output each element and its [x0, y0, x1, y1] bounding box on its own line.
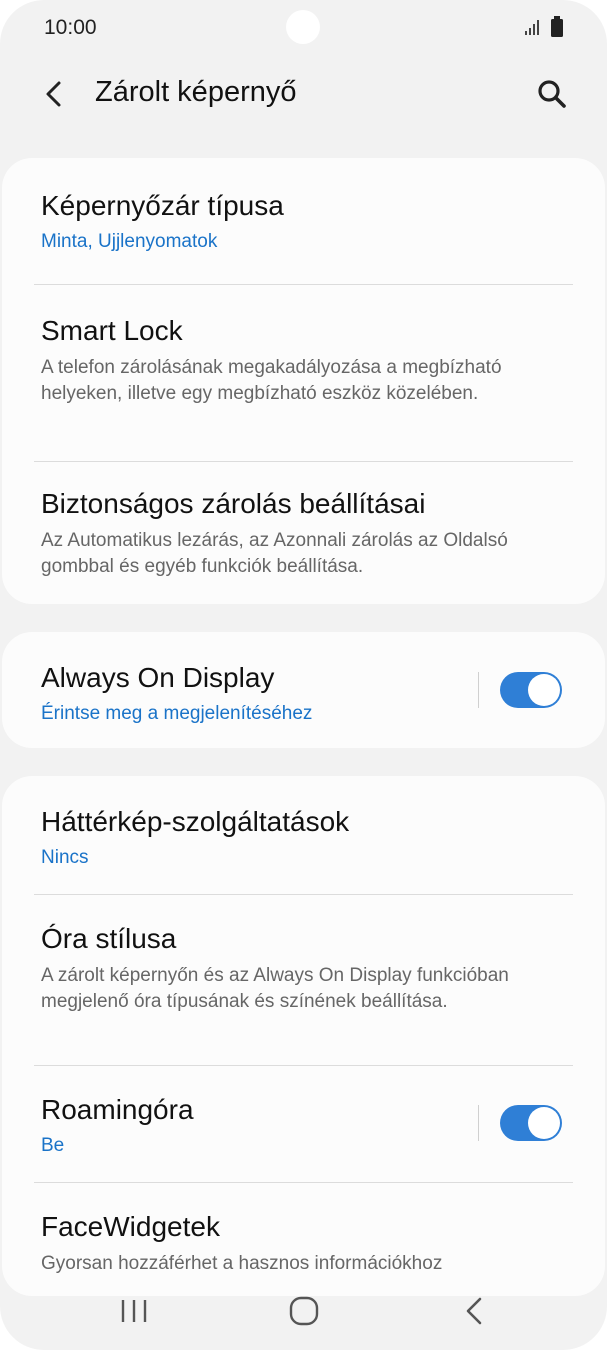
roaming-clock-toggle[interactable] [500, 1105, 562, 1141]
item-subtitle: Érintse meg a megjelenítéséhez [41, 703, 313, 724]
toggle-knob [528, 1107, 560, 1139]
toggle-knob [528, 674, 560, 706]
camera-cutout [286, 10, 320, 44]
search-icon[interactable] [532, 74, 572, 114]
item-value: Minta, Ujjlenyomatok [41, 231, 218, 252]
roaming-clock-item[interactable]: Roamingóra Be [2, 1066, 605, 1182]
status-time: 10:00 [44, 16, 97, 39]
status-bar: 10:00 [0, 0, 607, 56]
signal-icon [525, 20, 539, 35]
secure-lock-settings-item[interactable]: Biztonságos zárolás beállításai Az Autom… [2, 462, 605, 604]
item-title: Always On Display [41, 662, 275, 693]
toggle-separator [478, 672, 479, 708]
item-title: FaceWidgetek [41, 1211, 220, 1242]
always-on-display-item[interactable]: Always On Display Érintse meg a megjelen… [2, 632, 605, 748]
battery-icon [551, 16, 563, 37]
item-description: A zárolt képernyőn és az Always On Displ… [41, 965, 509, 1012]
item-title: Biztonságos zárolás beállításai [41, 488, 426, 519]
item-value: Nincs [41, 847, 89, 868]
always-on-display-toggle[interactable] [500, 672, 562, 708]
screen-lock-type-item[interactable]: Képernyőzár típusa Minta, Ujjlenyomatok [2, 158, 605, 284]
item-title: Háttérkép-szolgáltatások [41, 806, 350, 837]
lock-settings-card: Képernyőzár típusa Minta, Ujjlenyomatok … [2, 158, 605, 604]
item-description: Az Automatikus lezárás, az Azonnali záro… [41, 530, 508, 577]
back-arrow-icon[interactable] [36, 74, 72, 114]
item-title: Óra stílusa [41, 923, 177, 954]
always-on-display-card: Always On Display Érintse meg a megjelen… [2, 632, 605, 748]
smart-lock-item[interactable]: Smart Lock A telefon zárolásának megakad… [2, 285, 605, 461]
item-title: Smart Lock [41, 315, 183, 346]
item-description: A telefon zárolásának megakadályozása a … [41, 357, 502, 404]
item-title: Képernyőzár típusa [41, 190, 284, 221]
toggle-separator [478, 1105, 479, 1141]
nav-back-icon[interactable] [449, 1286, 499, 1336]
page-title: Zárolt képernyő [95, 76, 297, 108]
phone-screen: 10:00 Zárolt képernyő Képernyőzár típusa… [0, 0, 607, 1350]
recents-icon[interactable] [109, 1286, 159, 1336]
wallpaper-services-item[interactable]: Háttérkép-szolgáltatások Nincs [2, 776, 605, 894]
clock-style-item[interactable]: Óra stílusa A zárolt képernyőn és az Alw… [2, 895, 605, 1065]
app-bar: Zárolt képernyő [0, 60, 607, 130]
home-icon[interactable] [279, 1286, 329, 1336]
item-title: Roamingóra [41, 1094, 194, 1125]
display-settings-card: Háttérkép-szolgáltatások Nincs Óra stílu… [2, 776, 605, 1296]
navigation-bar [0, 1268, 607, 1350]
item-value: Be [41, 1135, 65, 1156]
